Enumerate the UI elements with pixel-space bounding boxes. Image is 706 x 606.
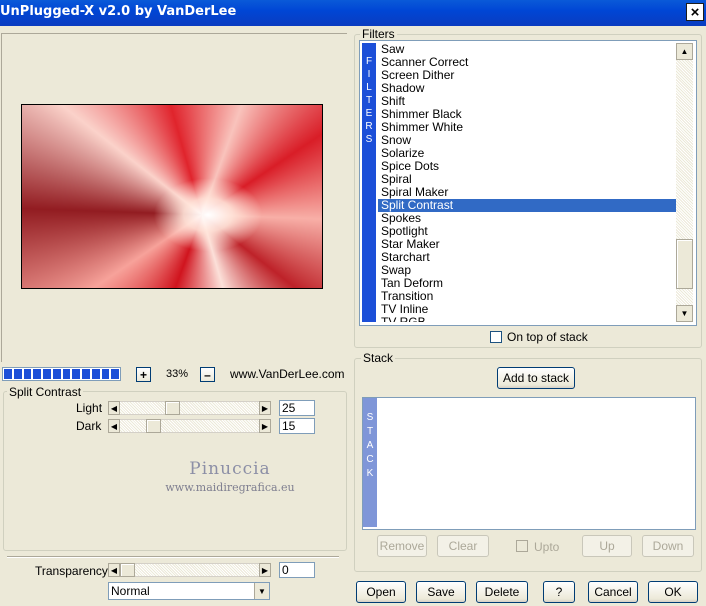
filter-list-item[interactable]: TV RGB — [378, 316, 677, 323]
on-top-label: On top of stack — [507, 330, 588, 344]
filters-scrollbar[interactable]: ▲ ▼ — [676, 43, 693, 322]
arrow-right-icon[interactable]: ▶ — [259, 419, 271, 433]
add-to-stack-button[interactable]: Add to stack — [497, 367, 575, 389]
progress-bar — [2, 367, 121, 381]
light-slider-thumb[interactable] — [165, 401, 180, 415]
cancel-button[interactable]: Cancel — [588, 581, 638, 603]
filters-strip-letter: R — [365, 121, 373, 132]
arrow-left-icon[interactable]: ◀ — [108, 419, 120, 433]
zoom-out-button[interactable]: – — [200, 367, 215, 382]
stack-strip-letter: S — [366, 412, 374, 423]
close-button[interactable]: × — [686, 3, 704, 21]
upto-label: Upto — [534, 540, 560, 554]
remove-button[interactable]: Remove — [377, 535, 427, 557]
clear-button[interactable]: Clear — [437, 535, 489, 557]
save-button[interactable]: Save — [416, 581, 466, 603]
help-button[interactable]: ? — [543, 581, 575, 603]
minus-icon: – — [204, 367, 211, 382]
stack-strip-letter: K — [366, 468, 374, 479]
progress-segment — [43, 369, 51, 379]
transparency-slider[interactable]: ◀ ▶ — [108, 563, 271, 577]
open-button[interactable]: Open — [356, 581, 406, 603]
parameters-group-title: Split Contrast — [7, 385, 84, 399]
stack-strip-letter: A — [366, 440, 374, 451]
up-button[interactable]: Up — [582, 535, 632, 557]
progress-segment — [52, 369, 61, 379]
blend-mode-value: Normal — [111, 584, 150, 598]
zoom-in-button[interactable]: + — [136, 367, 151, 382]
arrow-left-icon[interactable]: ◀ — [108, 401, 120, 415]
light-slider-track[interactable] — [120, 401, 259, 415]
progress-segment — [23, 369, 32, 379]
dark-label: Dark — [76, 419, 102, 433]
ok-button[interactable]: OK — [648, 581, 698, 603]
filters-strip-letter: S — [365, 134, 373, 145]
arrow-left-icon[interactable]: ◀ — [108, 563, 120, 577]
on-top-checkbox[interactable] — [490, 331, 502, 343]
dark-value-field[interactable]: 15 — [279, 418, 315, 434]
progress-segment — [111, 369, 119, 379]
arrow-right-icon[interactable]: ▶ — [259, 563, 271, 577]
progress-segment — [4, 369, 12, 379]
transparency-slider-track[interactable] — [120, 563, 259, 577]
filter-list-item[interactable]: Starchart — [378, 251, 677, 264]
filter-list-item[interactable]: Spice Dots — [378, 160, 677, 173]
scroll-up-icon[interactable]: ▲ — [676, 43, 693, 60]
filter-list-item[interactable]: Split Contrast — [378, 199, 677, 212]
stack-strip-letter: C — [366, 454, 374, 465]
divider — [7, 556, 339, 558]
dark-slider[interactable]: ◀ ▶ — [108, 419, 271, 433]
website-link[interactable]: www.VanDerLee.com — [230, 367, 345, 381]
stack-strip: STACK — [363, 398, 377, 527]
watermark-url: www.maidiregrafica.eu — [165, 481, 295, 494]
delete-button[interactable]: Delete — [476, 581, 528, 603]
stack-group-title: Stack — [361, 351, 396, 365]
filters-strip-letter: L — [366, 82, 372, 93]
filters-strip-letter: I — [367, 69, 371, 80]
filters-list[interactable]: Saw Scanner Correct Screen Dither Shadow Shi… — [378, 43, 677, 322]
watermark-name: Pinuccia — [189, 459, 271, 479]
plus-icon: + — [139, 367, 147, 382]
upto-checkbox[interactable] — [516, 540, 528, 552]
close-icon: × — [690, 3, 700, 21]
progress-segment — [72, 369, 80, 379]
stack-strip-letter: T — [366, 426, 374, 437]
scroll-thumb[interactable] — [676, 239, 693, 289]
progress-segment — [62, 369, 71, 379]
transparency-label: Transparency — [35, 564, 108, 578]
light-label: Light — [76, 401, 103, 415]
filter-list-item[interactable]: Shadow — [378, 82, 677, 95]
scroll-down-icon[interactable]: ▼ — [676, 305, 693, 322]
arrow-right-icon[interactable]: ▶ — [259, 401, 271, 415]
dark-slider-track[interactable] — [120, 419, 259, 433]
dark-slider-thumb[interactable] — [146, 419, 161, 433]
transparency-slider-thumb[interactable] — [120, 563, 135, 577]
filters-group-title: Filters — [360, 27, 397, 41]
progress-segment — [33, 369, 41, 379]
window-title: UnPlugged-X v2.0 by VanDerLee — [0, 4, 237, 19]
preview-image[interactable] — [21, 104, 323, 289]
filter-list-item[interactable]: Shimmer White — [378, 121, 677, 134]
chevron-down-icon[interactable]: ▼ — [254, 583, 269, 599]
filters-strip-letter: T — [365, 95, 373, 106]
filters-strip-letter: F — [365, 56, 373, 67]
progress-segment — [13, 369, 22, 379]
progress-segment — [82, 369, 90, 379]
filters-strip: FILTERS — [362, 43, 376, 322]
progress-segment — [91, 369, 100, 379]
zoom-level: 33% — [157, 366, 197, 382]
down-button[interactable]: Down — [642, 535, 694, 557]
blend-mode-select[interactable]: Normal ▼ — [108, 582, 270, 600]
filters-strip-letter: E — [365, 108, 373, 119]
stack-listbox[interactable] — [362, 397, 696, 530]
light-value-field[interactable]: 25 — [279, 400, 315, 416]
light-slider[interactable]: ◀ ▶ — [108, 401, 271, 415]
transparency-value-field[interactable]: 0 — [279, 562, 315, 578]
progress-segment — [101, 369, 110, 379]
